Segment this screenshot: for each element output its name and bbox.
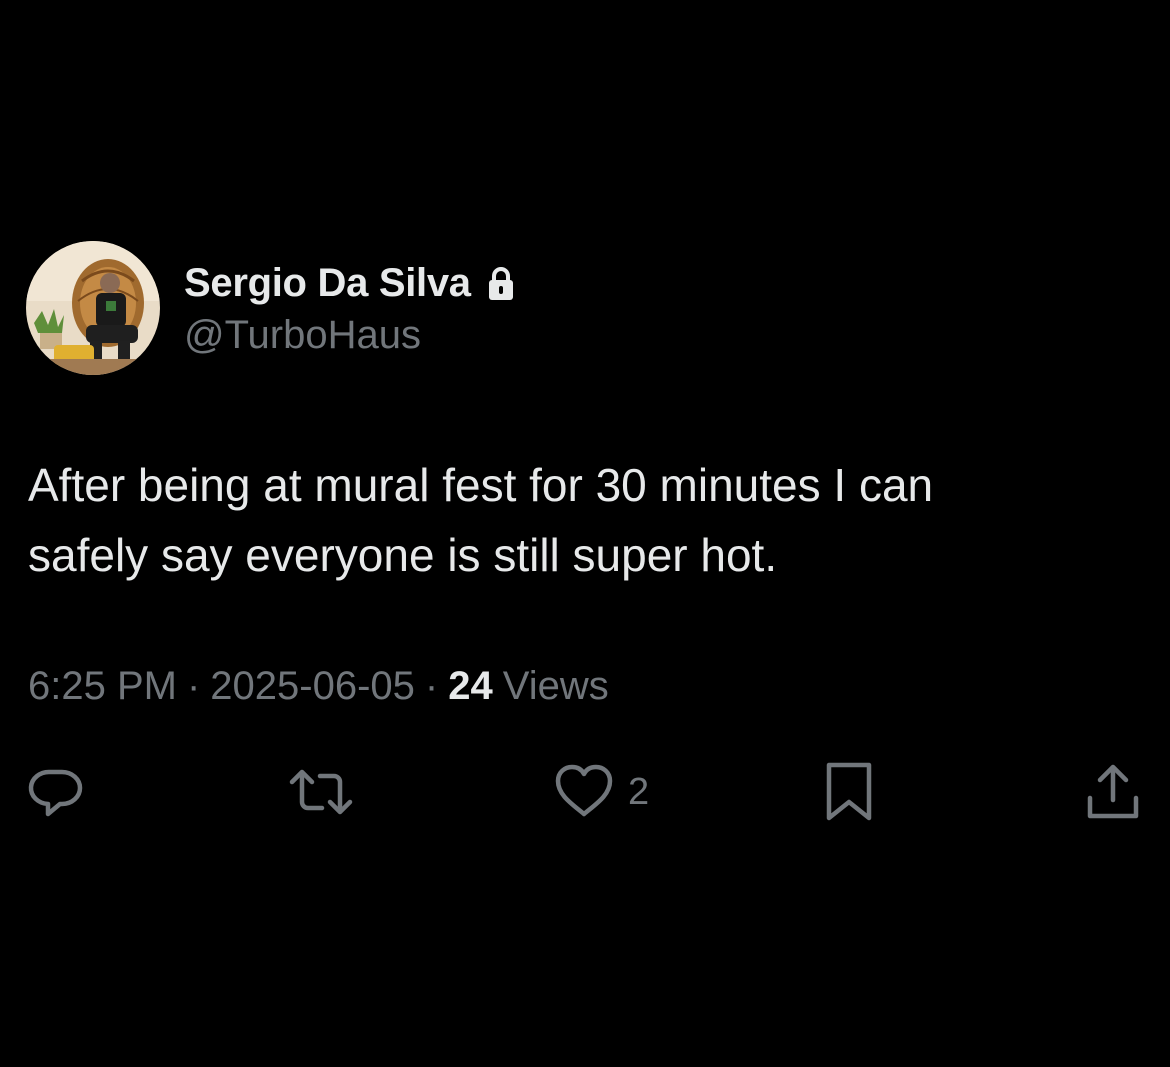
avatar-photo [26,241,160,375]
share-button[interactable] [1084,760,1142,824]
views-label[interactable]: Views [503,664,609,709]
heart-icon [555,764,613,817]
avatar[interactable] [26,241,160,375]
share-icon [1087,764,1139,819]
like-count: 2 [628,770,650,813]
meta-separator: · [424,664,439,708]
display-name[interactable]: Sergio Da Silva [184,261,471,306]
tweet-text-line: safely say everyone is still super hot. [28,529,778,581]
tweet-text-line: After being at mural fest for 30 minutes… [28,459,934,511]
lock-icon [485,266,517,302]
reply-button[interactable] [26,760,86,824]
tweet-meta: 6:25 PM · 2025-06-05 · 24 Views [28,664,609,709]
tweet-time[interactable]: 6:25 PM [28,664,177,709]
bookmark-icon [826,762,872,821]
reply-icon [28,769,83,817]
views-count[interactable]: 24 [448,664,493,709]
bookmark-button[interactable] [822,760,876,824]
retweet-button[interactable] [286,760,356,824]
retweet-icon [289,769,353,815]
author-name-row: Sergio Da Silva [184,256,517,310]
meta-separator: · [186,664,201,708]
author-handle[interactable]: @TurboHaus [184,313,421,358]
like-button[interactable]: 2 [554,760,649,824]
tweet-detail: Sergio Da Silva @TurboHaus After being a… [0,0,1170,1067]
tweet-text: After being at mural fest for 30 minutes… [28,450,1138,590]
tweet-date[interactable]: 2025-06-05 [210,664,415,709]
